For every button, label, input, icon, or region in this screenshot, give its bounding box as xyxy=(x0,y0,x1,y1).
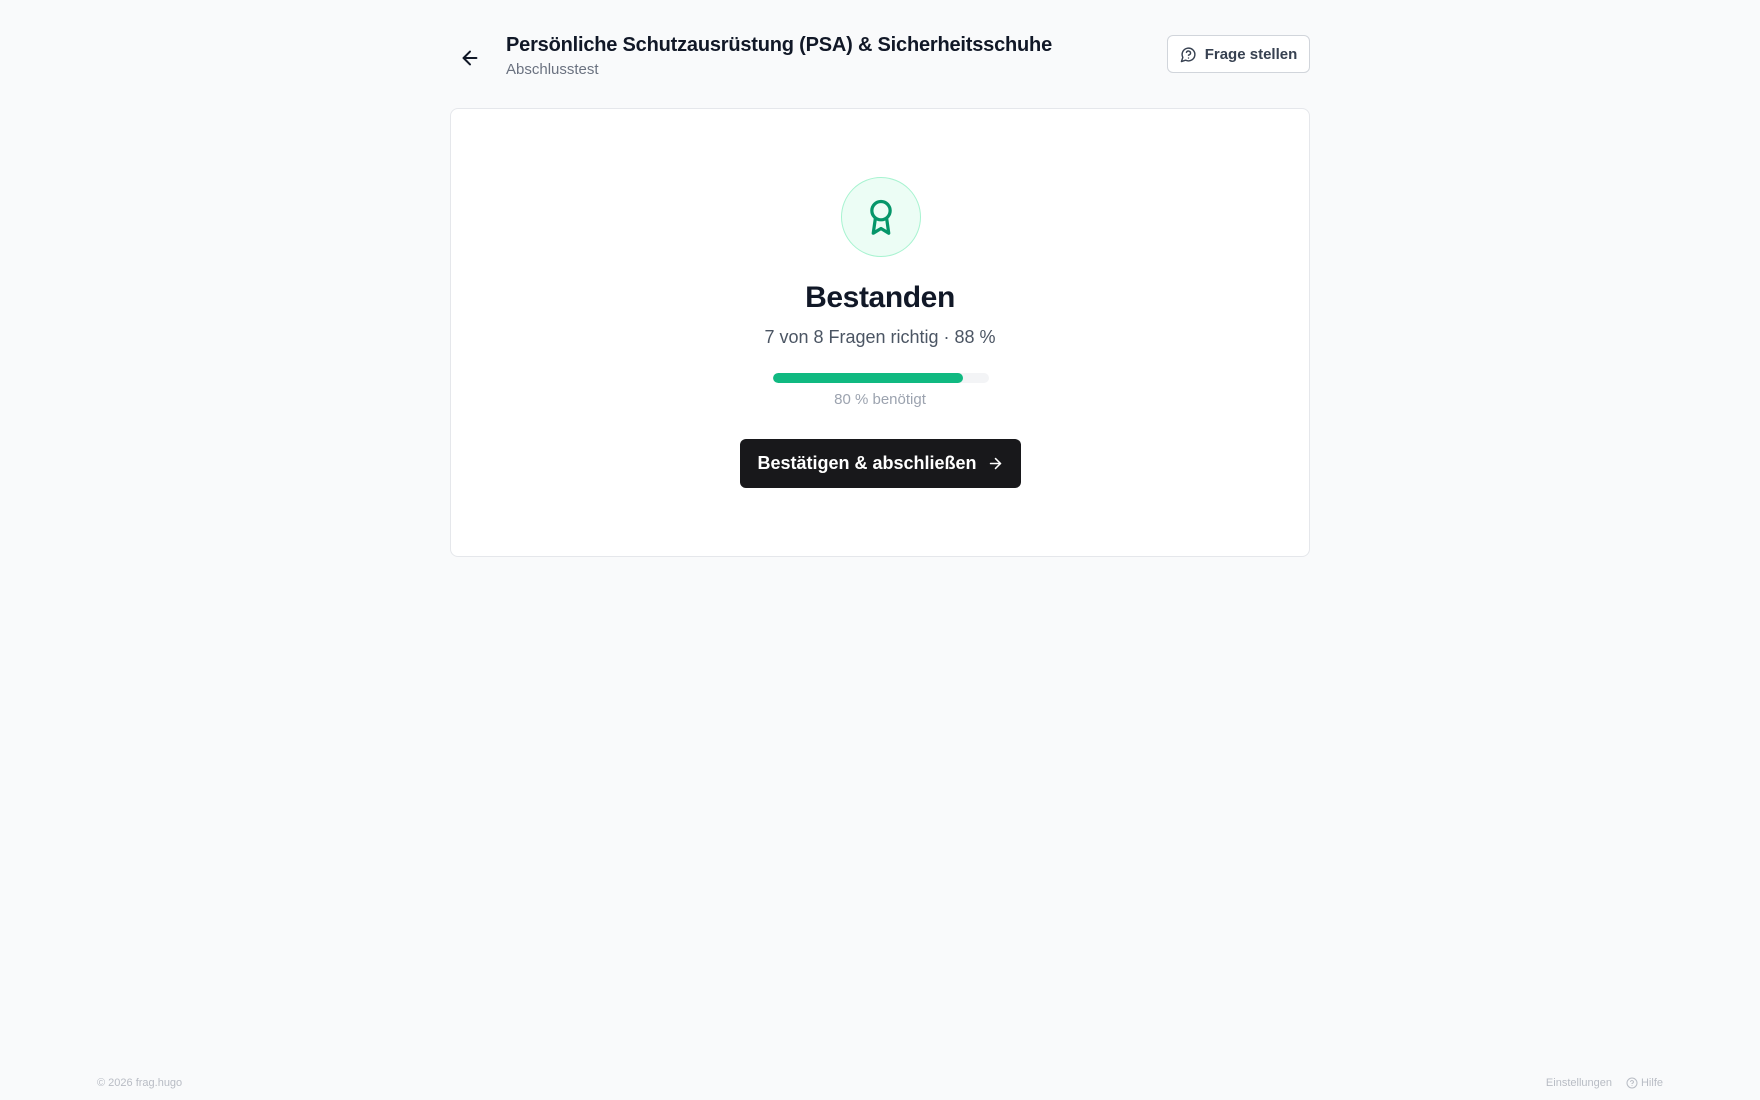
page-header: Persönliche Schutzausrüstung (PSA) & Sic… xyxy=(450,32,1310,80)
message-question-icon xyxy=(1180,46,1196,62)
help-link[interactable]: Hilfe xyxy=(1626,1077,1663,1089)
result-summary: 7 von 8 Fragen richtig · 88 % xyxy=(764,327,996,347)
help-link-label: Hilfe xyxy=(1640,1077,1663,1089)
award-icon xyxy=(870,199,892,235)
page: Persönliche Schutzausrüstung (PSA) & Sic… xyxy=(0,0,1760,1100)
arrow-left-icon xyxy=(462,50,478,66)
page-title: Persönliche Schutzausrüstung (PSA) & Sic… xyxy=(506,34,1052,56)
footer-links: Einstellungen Hilfe xyxy=(1546,1077,1663,1089)
help-circle-icon xyxy=(1626,1077,1638,1089)
page-subtitle: Abschlusstest xyxy=(506,61,599,78)
settings-link[interactable]: Einstellungen xyxy=(1546,1077,1612,1089)
arrow-right-icon xyxy=(989,457,1001,470)
result-badge xyxy=(841,177,921,257)
confirm-finish-label: Bestätigen & abschließen xyxy=(757,453,977,473)
title-block: Persönliche Schutzausrüstung (PSA) & Sic… xyxy=(506,32,1052,80)
ask-question-label: Frage stellen xyxy=(1204,45,1298,63)
score-progress-fill xyxy=(773,373,964,383)
confirm-finish-button[interactable]: Bestätigen & abschließen xyxy=(740,439,1021,488)
result-title: Bestanden xyxy=(805,281,955,314)
result-card: Bestanden 7 von 8 Fragen richtig · 88 % … xyxy=(450,108,1310,557)
back-button[interactable] xyxy=(450,38,490,78)
required-score-label: 80 % benötigt xyxy=(834,391,926,408)
ask-question-button[interactable]: Frage stellen xyxy=(1167,35,1310,73)
footer-copyright: © 2026 frag.hugo xyxy=(97,1077,183,1089)
score-progress-bar xyxy=(773,373,989,383)
